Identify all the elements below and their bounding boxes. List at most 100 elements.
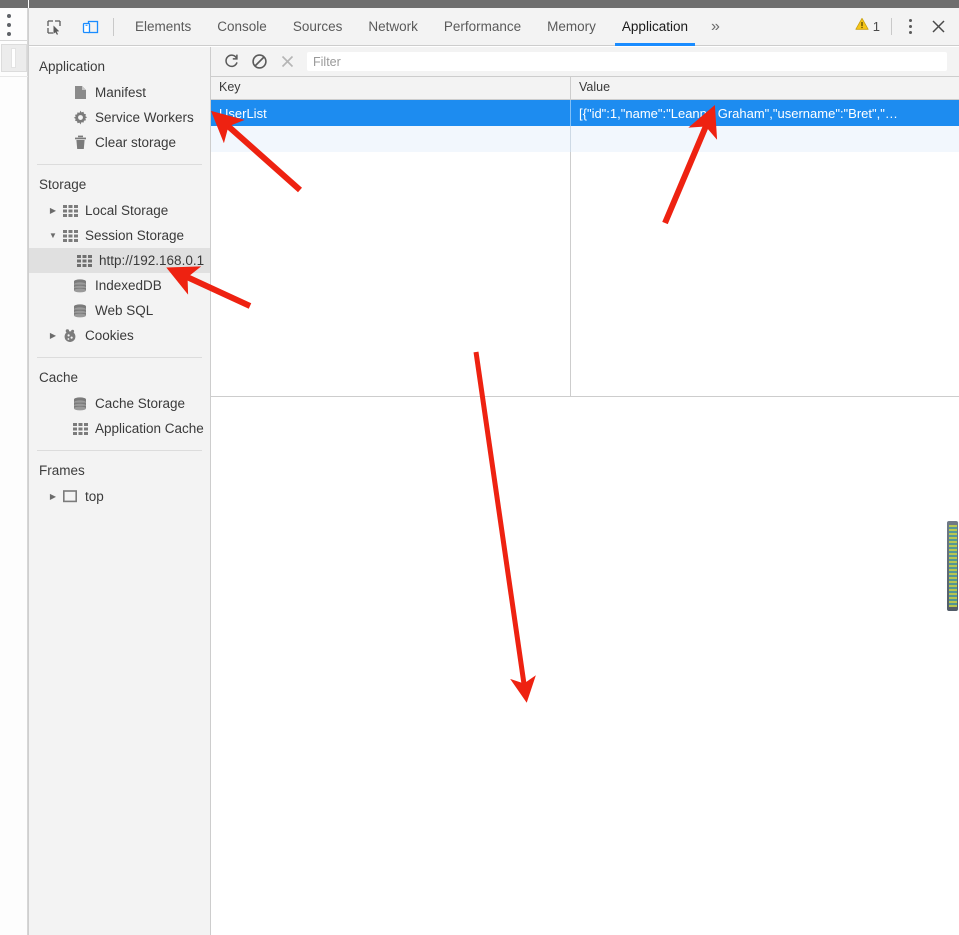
sidebar-item-application-cache[interactable]: ▶ Application Cache [29, 416, 210, 441]
preview-entry[interactable]: ▶3: {id: 4, name: "Patricia Lebsack", us… [211, 484, 959, 504]
storage-table: Key Value UserList [{"id":1,"name":"Lean… [211, 77, 959, 397]
page-strip-divider [0, 40, 28, 41]
tab-application[interactable]: Application [609, 8, 701, 46]
tab-sources[interactable]: Sources [280, 8, 356, 46]
database-icon [71, 278, 89, 294]
tab-label: Network [368, 19, 418, 34]
cell-key: UserList [211, 100, 571, 126]
tab-label: Application [621, 19, 688, 34]
preview-entry[interactable]: ▶5: {id: 6, name: "Mrs. Dennis Schulist"… [211, 524, 959, 544]
sidebar-item-label: Manifest [95, 85, 147, 100]
cell-value: [{"id":1,"name":"Leanne Graham","usernam… [579, 105, 898, 121]
refresh-icon[interactable] [217, 50, 245, 74]
preview-entry[interactable]: ▶9: {id: 10, name: "Clementina DuBuque",… [211, 604, 959, 624]
table-storage-icon [61, 228, 79, 244]
storage-pane: Key Value UserList [{"id":1,"name":"Lean… [211, 47, 959, 935]
tab-elements[interactable]: Elements [122, 8, 204, 46]
preview-entry[interactable]: ▶6: {id: 7, name: "Kurtis Weissnat", use… [211, 544, 959, 564]
table-header-row: Key Value [211, 77, 959, 100]
tabbar-right-controls: 1 [849, 14, 959, 40]
warning-triangle-icon [855, 17, 869, 36]
device-toolbar-icon[interactable] [75, 14, 105, 40]
tab-performance[interactable]: Performance [431, 8, 534, 46]
table-storage-icon [75, 253, 93, 269]
sidebar-item-cache-storage[interactable]: ▶ Cache Storage [29, 391, 210, 416]
tab-label: Memory [547, 19, 596, 34]
warning-indicator[interactable]: 1 [849, 17, 886, 36]
table-row-empty[interactable] [211, 126, 959, 152]
devtools-screenshot: Elements Console Sources Network Perform… [0, 0, 959, 935]
tab-label: Sources [292, 19, 343, 34]
warning-count: 1 [872, 19, 880, 34]
sidebar-item-web-sql[interactable]: ▶ Web SQL [29, 298, 210, 323]
database-icon [71, 396, 89, 412]
table-row[interactable]: UserList [{"id":1,"name":"Leanne Graham"… [211, 100, 959, 126]
more-vertical-icon[interactable] [897, 14, 923, 40]
sidebar-item-cookies[interactable]: ▶ Cookies [29, 323, 210, 348]
tab-console[interactable]: Console [204, 8, 280, 46]
preview-entry[interactable]: ▶0: {id: 1, name: "Leanne Graham", usern… [211, 424, 959, 444]
sidebar-item-label: Application Cache [95, 421, 204, 436]
tab-network[interactable]: Network [355, 8, 431, 46]
sidebar-item-clear-storage[interactable]: ▶ Clear storage [29, 130, 210, 155]
more-tabs-label: » [710, 17, 720, 35]
preview-entry[interactable]: ▶7: {id: 8, name: "Nicholas Runolfsdotti… [211, 564, 959, 584]
database-icon [71, 303, 89, 319]
sidebar-item-service-workers[interactable]: ▶ Service Workers [29, 105, 210, 130]
sidebar-item-session-storage-origin[interactable]: http://192.168.0.1 [29, 248, 210, 273]
chevron-down-icon[interactable]: ▼ [47, 231, 59, 240]
inspect-element-icon[interactable] [39, 14, 69, 40]
toolbar-divider-2 [891, 18, 892, 35]
clear-all-icon[interactable] [245, 50, 273, 74]
sidebar-item-top-frame[interactable]: ▶ top [29, 484, 210, 509]
more-tabs-icon[interactable]: » [701, 18, 730, 36]
panel-tabs: Elements Console Sources Network Perform… [122, 8, 701, 46]
devtools-window: Elements Console Sources Network Perform… [28, 0, 959, 935]
page-omnibox-caret [11, 48, 16, 68]
page-left-strip [0, 0, 28, 935]
manifest-file-icon [71, 85, 89, 101]
delete-selected-icon[interactable] [273, 50, 301, 74]
sidebar-item-local-storage[interactable]: ▶ Local Storage [29, 198, 210, 223]
table-storage-icon [71, 421, 89, 437]
page-menu-dots-icon[interactable] [7, 14, 11, 36]
tab-label: Performance [443, 19, 522, 34]
chevron-right-icon[interactable]: ▶ [47, 331, 59, 340]
cookie-icon [61, 328, 79, 344]
chevron-right-icon[interactable]: ▶ [47, 492, 59, 501]
cell-key-empty [211, 126, 571, 152]
toolbar-divider [113, 17, 114, 36]
sidebar-item-indexeddb[interactable]: ▶ IndexedDB [29, 273, 210, 298]
tab-label: Elements [135, 19, 192, 34]
tab-memory[interactable]: Memory [534, 8, 609, 46]
filter-input[interactable] [307, 52, 947, 71]
table-empty-area [211, 152, 959, 396]
sidebar-item-label: Clear storage [95, 135, 177, 150]
sidebar-item-session-storage[interactable]: ▼ Session Storage [29, 223, 210, 248]
frame-icon [61, 489, 79, 505]
preview-entry[interactable]: ▶4: {id: 5, name: "Chelsey Dietrich", us… [211, 504, 959, 524]
sidebar-section-application: Application [39, 59, 106, 74]
preview-entry[interactable]: ▶2: {id: 3, name: "Clementine Bauch", us… [211, 464, 959, 484]
application-sidebar: Application ▶ Manifest ▶ [29, 47, 211, 935]
cell-value-empty [571, 126, 959, 152]
column-header-value[interactable]: Value [571, 77, 959, 99]
column-header-key[interactable]: Key [211, 77, 571, 99]
tab-label: Console [217, 19, 267, 34]
sidebar-item-manifest[interactable]: ▶ Manifest [29, 80, 210, 105]
trash-icon [71, 135, 89, 151]
sidebar-section-frames: Frames [39, 463, 85, 478]
sidebar-section-cache: Cache [39, 370, 79, 385]
preview-entry[interactable]: ▶1: {id: 2, name: "Ervin Howell", userna… [211, 444, 959, 464]
close-icon[interactable] [925, 14, 951, 40]
sidebar-item-label: Service Workers [95, 110, 194, 125]
preview-scrollbar-ticks [949, 525, 957, 607]
devtools-body: Application ▶ Manifest ▶ [29, 47, 959, 935]
preview-root-line[interactable]: ▼[{id: 1, name: "Leanne Graham", usernam… [211, 404, 959, 424]
chevron-right-icon[interactable]: ▶ [47, 206, 59, 215]
gear-icon [71, 110, 89, 126]
value-preview-panel: ▼[{id: 1, name: "Leanne Graham", usernam… [211, 397, 959, 935]
preview-entry[interactable]: ▶8: {id: 9, name: "Glenna Reichert", use… [211, 584, 959, 604]
table-storage-icon [61, 203, 79, 219]
storage-toolbar [211, 47, 959, 77]
